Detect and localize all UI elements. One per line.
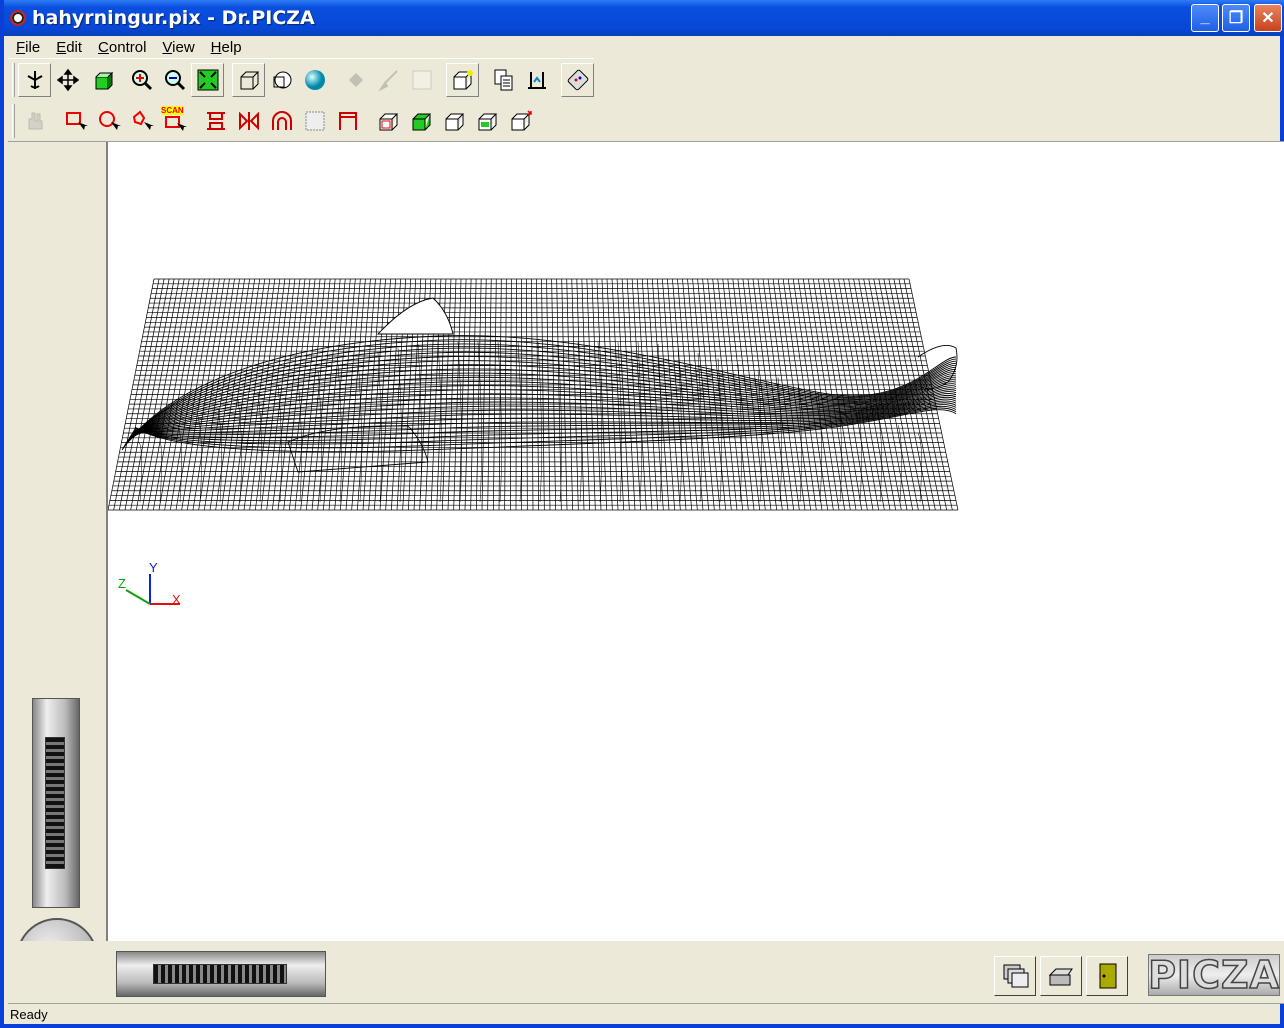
toolbar-grip[interactable] (12, 104, 15, 138)
box-arrow-icon[interactable] (504, 104, 537, 138)
printer-icon (1048, 968, 1073, 986)
bottom-panel: PICZA (8, 941, 1284, 1003)
select-circle-icon[interactable] (92, 104, 125, 138)
grid-frame-icon[interactable] (298, 104, 331, 138)
windows-stack-button[interactable] (994, 956, 1036, 996)
wireframe-icon[interactable] (232, 62, 265, 97)
scan-settings-icon[interactable] (520, 63, 553, 97)
menu-help[interactable]: Help (203, 39, 250, 56)
status-bar: Ready (8, 1003, 1284, 1024)
window-stack-icon (1003, 964, 1029, 988)
scan-label: SCAN (161, 106, 184, 115)
picza-logo: PICZA (1147, 952, 1280, 998)
box-edit-icon[interactable] (446, 62, 479, 97)
minimize-button[interactable]: _ (1191, 4, 1219, 32)
main-toolbar (8, 58, 594, 100)
cube-view-icon[interactable] (84, 63, 117, 97)
copy-document-icon[interactable] (487, 63, 520, 97)
hand-tool-icon[interactable] (18, 104, 51, 138)
title-bar[interactable]: hahyrningur.pix - Dr.PICZA _ ❐ ✕ (4, 0, 1284, 36)
select-rect-icon[interactable] (59, 104, 92, 138)
window-title: hahyrningur.pix - Dr.PICZA (32, 7, 315, 29)
wireframe-mesh: X Y Z (107, 278, 959, 607)
mirror-vertical-icon[interactable] (199, 104, 232, 138)
exit-button[interactable] (1086, 956, 1128, 996)
selection-toolbar: SCAN (8, 100, 537, 142)
arch-icon[interactable] (265, 104, 298, 138)
menu-file[interactable]: File (8, 39, 48, 56)
zoom-out-icon[interactable] (158, 63, 191, 97)
work-area: X Y Z (8, 141, 1284, 1000)
paint-bucket-icon[interactable] (339, 63, 372, 97)
z-axis-line (125, 589, 151, 605)
frame-corner-icon[interactable] (331, 104, 364, 138)
y-axis-label: Y (149, 560, 158, 575)
control-panel (8, 142, 108, 1000)
3d-viewport[interactable]: X Y Z (107, 142, 1284, 942)
print-button[interactable] (1040, 956, 1082, 996)
slider-track[interactable] (45, 737, 65, 869)
brush-icon[interactable] (372, 63, 405, 97)
slider-track[interactable] (153, 964, 287, 984)
blank-tool-icon[interactable] (405, 63, 438, 97)
z-axis-label: Z (118, 576, 126, 591)
menu-bar: File Edit Control View Help (8, 36, 1284, 58)
box-plain-icon[interactable] (438, 104, 471, 138)
scan-area-icon[interactable]: SCAN (158, 104, 191, 138)
menu-edit[interactable]: Edit (48, 39, 90, 56)
horizontal-rotation-slider[interactable] (116, 951, 326, 997)
axis-indicator: X Y Z (118, 560, 181, 607)
toolbar-grip[interactable] (12, 62, 15, 97)
select-free-icon[interactable] (125, 104, 158, 138)
menu-view[interactable]: View (154, 39, 202, 56)
status-text: Ready (10, 1006, 48, 1022)
fit-view-icon[interactable] (191, 62, 224, 97)
mirror-horizontal-icon[interactable] (232, 104, 265, 138)
box-red-icon[interactable] (372, 104, 405, 138)
app-window: hahyrningur.pix - Dr.PICZA _ ❐ ✕ File Ed… (0, 0, 1284, 1028)
box-green-icon[interactable] (405, 104, 438, 138)
vertical-rotation-slider[interactable] (32, 698, 80, 908)
app-icon[interactable] (10, 10, 26, 26)
shaded-wire-icon[interactable] (265, 63, 298, 97)
menu-control[interactable]: Control (90, 39, 154, 56)
zoom-in-icon[interactable] (125, 63, 158, 97)
close-button[interactable]: ✕ (1254, 4, 1282, 32)
rotate-tool-icon[interactable] (18, 62, 51, 97)
maximize-button[interactable]: ❐ (1222, 4, 1250, 32)
box-layer-icon[interactable] (471, 104, 504, 138)
x-axis-label: X (172, 592, 181, 607)
sphere-render-icon[interactable] (298, 63, 331, 97)
remote-control-icon[interactable] (561, 62, 594, 97)
door-icon (1099, 963, 1117, 989)
move-tool-icon[interactable] (51, 63, 84, 97)
